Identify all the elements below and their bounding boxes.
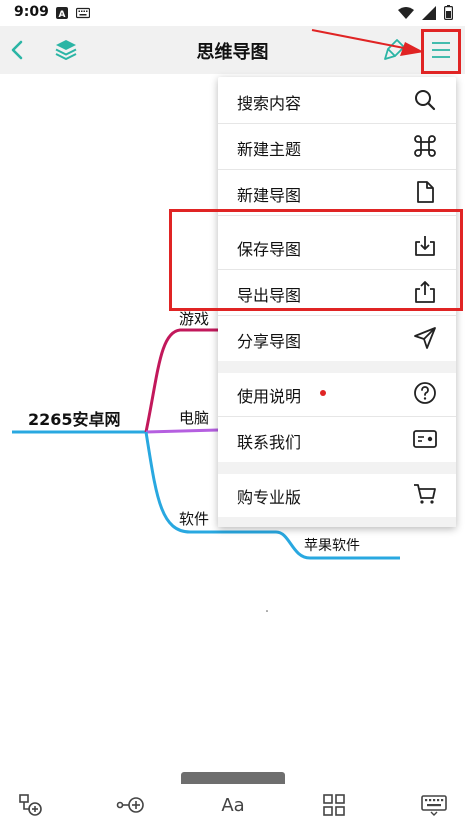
command-icon <box>414 135 436 157</box>
menu-item-label: 购专业版 <box>237 488 302 507</box>
branch-node-diannao[interactable]: 电脑 <box>179 407 209 428</box>
send-icon <box>414 327 436 349</box>
add-child-node-button[interactable] <box>16 792 46 818</box>
help-icon <box>414 382 436 404</box>
menu-item-label: 使用说明 <box>237 387 302 406</box>
file-icon <box>417 181 434 203</box>
cart-icon <box>414 484 436 504</box>
font-button[interactable]: Aa <box>218 792 248 818</box>
menu-item-label: 新建主题 <box>237 140 302 159</box>
menu-item-label: 新建导图 <box>237 186 302 205</box>
menu-item-label: 分享导图 <box>237 332 302 351</box>
menu-item-contact-us[interactable]: 联系我们 <box>218 416 456 462</box>
branch-line-diannao <box>145 428 219 434</box>
menu-item-label: 搜索内容 <box>237 94 302 113</box>
branch-node-youxi[interactable]: 游戏 <box>179 308 209 329</box>
contact-card-icon <box>413 430 437 448</box>
menu-item-instructions[interactable]: 使用说明 <box>218 370 456 416</box>
root-node[interactable]: 2265安卓网 <box>28 406 121 430</box>
search-icon <box>415 90 436 111</box>
branch-node-ruanjian[interactable]: 软件 <box>179 508 209 529</box>
notification-dot <box>320 390 326 396</box>
bottom-toolbar: Aa <box>0 784 465 826</box>
add-child-node-icon <box>19 794 42 816</box>
add-sibling-node-button[interactable] <box>116 792 146 818</box>
menu-item-search[interactable]: 搜索内容 <box>218 77 456 123</box>
layout-grid-button[interactable] <box>319 792 349 818</box>
annotation-arrow <box>311 29 424 56</box>
menu-item-label: 联系我们 <box>237 433 302 452</box>
menu-item-buy-pro[interactable]: 购专业版 <box>218 471 456 517</box>
menu-item-share-map[interactable]: 分享导图 <box>218 315 456 361</box>
annotation-box-save-export <box>169 209 463 311</box>
add-sibling-node-icon <box>116 797 144 813</box>
keyboard-toggle-button[interactable] <box>419 792 449 818</box>
sub-node-apple-software[interactable]: 苹果软件 <box>304 535 360 555</box>
keyboard-icon <box>421 795 447 816</box>
font-icon: Aa <box>221 794 245 816</box>
menu-item-new-topic[interactable]: 新建主题 <box>218 123 456 169</box>
layout-grid-icon <box>323 794 345 816</box>
